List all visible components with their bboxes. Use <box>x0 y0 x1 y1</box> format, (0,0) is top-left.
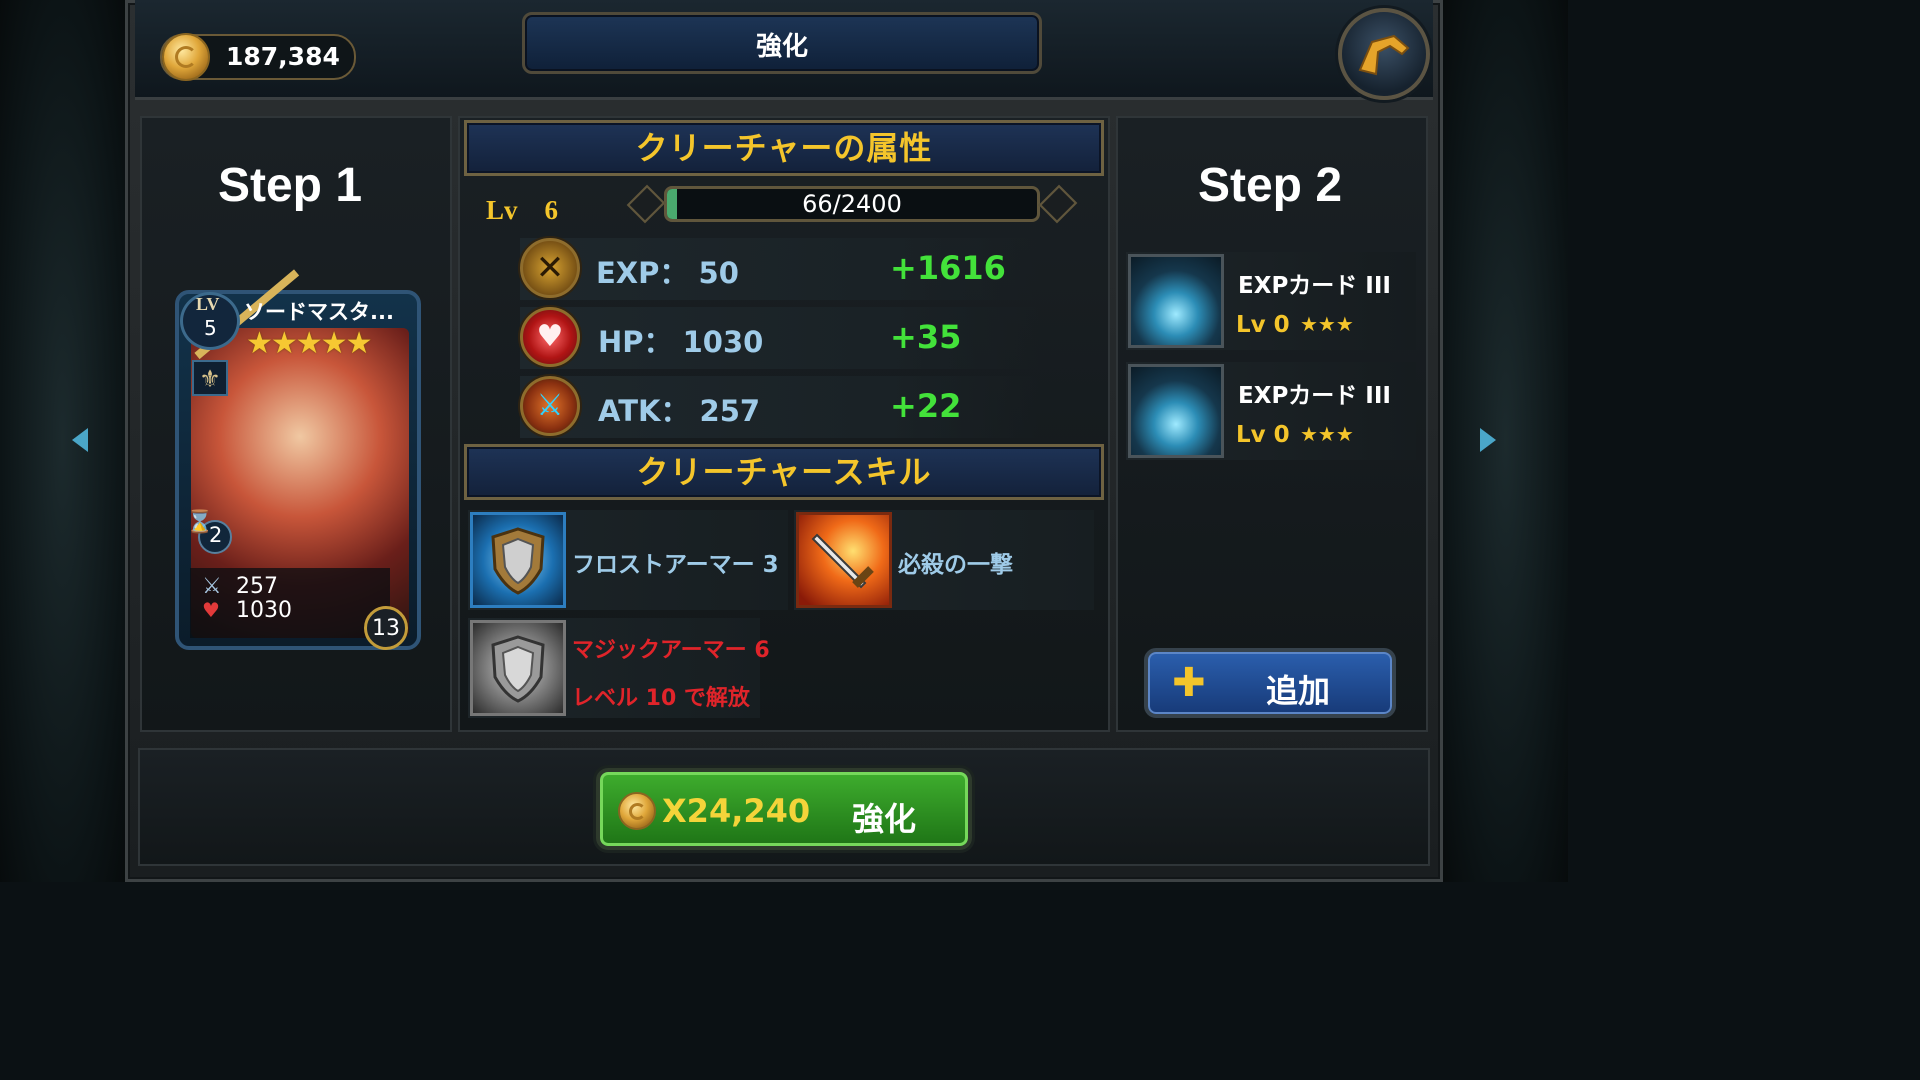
card-class-icon: ⚜ <box>192 360 228 396</box>
exp-icon: ✕ <box>520 238 580 298</box>
step2-label: Step 2 <box>1197 159 1343 212</box>
back-button[interactable] <box>1338 8 1430 100</box>
card-atk: 257 <box>236 574 278 599</box>
enhance-button-label: 強化 <box>852 800 917 838</box>
locked-shield-icon <box>470 620 566 716</box>
level-label: Lv 6 <box>486 195 559 225</box>
add-button[interactable]: ✚ 追加 <box>1144 648 1396 718</box>
page-title: 強化 <box>755 32 808 62</box>
enhance-cost: X24,240 <box>662 792 811 830</box>
add-button-label: 追加 <box>1266 672 1331 710</box>
sword-icon: ⚔ <box>202 574 222 599</box>
stat-atk-label: ATK： 257 <box>598 394 761 428</box>
card-rank: 13 <box>372 616 400 641</box>
stat-hp-label: HP： 1030 <box>598 325 764 359</box>
attributes-header: クリーチャーの属性 <box>464 120 1104 176</box>
material-2-stars: ★★★ <box>1300 422 1354 446</box>
material-2-level: Lv 0 <box>1236 422 1290 448</box>
coin-amount: 187,384 <box>226 42 340 71</box>
material-1-level: Lv 0 <box>1236 312 1290 338</box>
heart-small-icon: ♥ <box>202 598 220 622</box>
skill-finishing-blow-name: 必殺の一撃 <box>898 552 1013 578</box>
material-2-name: EXPカード III <box>1238 383 1391 409</box>
card-name: ソードマスタ... <box>244 300 394 324</box>
skill-frost-armor-name: フロストアーマー 3 <box>572 552 779 578</box>
skill-magic-armor-unlock-note: レベル 10 で解放 <box>572 686 750 711</box>
flaming-sword-icon <box>796 512 892 608</box>
coin-icon <box>162 33 210 81</box>
card-cost: 2 <box>209 523 223 547</box>
frost-shield-icon <box>470 512 566 608</box>
skill-magic-armor-name: マジックアーマー 6 <box>572 638 770 663</box>
stat-hp-plus: +35 <box>890 318 962 356</box>
scroll-left-arrow-icon[interactable] <box>72 428 88 452</box>
scroll-right-arrow-icon[interactable] <box>1480 428 1496 452</box>
back-arrow-icon <box>1358 34 1410 76</box>
plus-icon: ✚ <box>1172 660 1206 706</box>
card-level: 5 <box>204 316 217 340</box>
stat-atk-plus: +22 <box>890 387 962 425</box>
exp-progress-text: 66/2400 <box>802 190 902 218</box>
stat-exp-label: EXP： 50 <box>596 256 739 290</box>
material-1-name: EXPカード III <box>1238 273 1391 299</box>
enhance-coin-icon <box>618 792 656 830</box>
left-decoration <box>0 0 125 882</box>
exp-card-thumbnail-1 <box>1128 254 1224 348</box>
enhance-button[interactable]: X24,240 強化 <box>596 768 972 850</box>
attack-icon: ⚔ <box>520 376 580 436</box>
stat-exp-plus: +1616 <box>890 249 1006 287</box>
card-lv-label: LV <box>196 294 220 314</box>
card-stars: ★★★★★ <box>246 326 372 361</box>
heart-icon: ♥ <box>520 307 580 367</box>
material-1-stars: ★★★ <box>1300 312 1354 336</box>
exp-card-thumbnail-2 <box>1128 364 1224 458</box>
skills-header: クリーチャースキル <box>464 444 1104 500</box>
card-hp: 1030 <box>236 598 292 623</box>
step1-label: Step 1 <box>217 159 363 212</box>
right-decoration <box>1443 0 1568 882</box>
